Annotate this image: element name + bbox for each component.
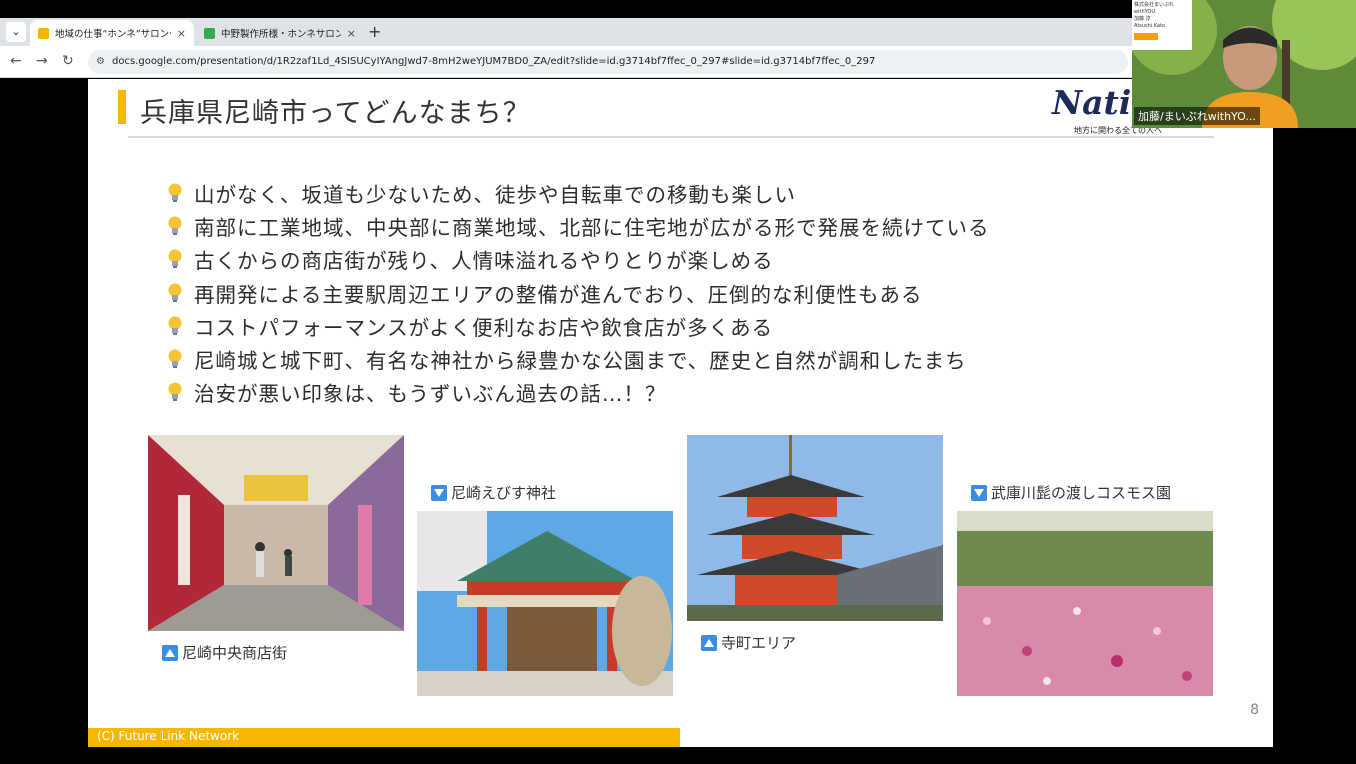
forward-button[interactable]: →	[36, 53, 48, 69]
nameplate-accent	[1134, 33, 1158, 40]
tab-search-button[interactable]: ⌄	[6, 22, 26, 42]
back-button[interactable]: ←	[10, 53, 22, 69]
list-item: コストパフォーマンスがよく便利なお店や飲食店が多くある	[166, 309, 1166, 342]
site-settings-icon[interactable]: ⚙	[96, 50, 105, 74]
address-bar: ← → ↻ ⚙ docs.google.com/presentation/d/1…	[0, 46, 1140, 78]
lightbulb-icon	[168, 249, 182, 269]
nameplate: 株式会社まいぷれwithYOU 加藤 淳 Atsushi Kato	[1132, 0, 1192, 50]
shopping-street-caption: 尼崎中央商店街	[162, 642, 287, 663]
lightbulb-icon	[168, 349, 182, 369]
shrine-photo	[417, 511, 673, 696]
participant-video[interactable]: 株式会社まいぷれwithYOU 加藤 淳 Atsushi Kato 加藤/まいぷ…	[1132, 0, 1356, 128]
list-item: 尼崎城と城下町、有名な神社から緑豊かな公園まで、歴史と自然が調和したまち	[166, 342, 1166, 375]
shrine-caption: 尼崎えびす神社	[431, 482, 556, 503]
list-item: 古くからの商店街が残り、人情味溢れるやりとりが楽しめる	[166, 243, 1166, 276]
lightbulb-icon	[168, 283, 182, 302]
url-field[interactable]: ⚙ docs.google.com/presentation/d/1R2zaf1…	[88, 50, 1128, 74]
title-divider	[128, 136, 1214, 138]
page-number: 8	[1250, 702, 1259, 718]
footer-copyright: (C) Future Link Network	[97, 729, 240, 743]
reload-button[interactable]: ↻	[62, 53, 74, 69]
list-item: 南部に工業地域、中央部に商業地域、北部に住宅地が広がる形で発展を続けている	[166, 209, 1166, 242]
lightbulb-icon	[168, 316, 182, 335]
cosmos-caption: 武庫川髭の渡しコスモス園	[971, 482, 1171, 503]
triangle-up-icon	[701, 634, 717, 651]
list-item: 再開発による主要駅周辺エリアの整備が進んでおり、圧倒的な利便性もある	[166, 276, 1166, 309]
tab-bar: ⌄ 地域の仕事“ホンネ”サロン〜尼崎 × 中野製作所様・ホンネサロン尼崎 × +	[0, 18, 1140, 46]
temple-photo	[687, 435, 943, 621]
close-tab-icon[interactable]: ×	[347, 27, 356, 40]
tab-drive[interactable]: 中野製作所様・ホンネサロン尼崎 ×	[196, 20, 364, 46]
triangle-up-icon	[162, 644, 178, 661]
tab-slides[interactable]: 地域の仕事“ホンネ”サロン〜尼崎 ×	[30, 20, 194, 46]
slides-favicon-icon	[38, 27, 49, 39]
slide-title: 兵庫県尼崎市ってどんなまち？	[140, 98, 531, 129]
cosmos-photo	[957, 511, 1213, 696]
list-item: 山がなく、坂道も少ないため、徒歩や自転車での移動も楽しい	[166, 176, 1166, 209]
participant-name: 加藤/まいぷれwithYO...	[1134, 107, 1260, 125]
drive-favicon-icon	[204, 27, 215, 39]
lightbulb-icon	[168, 216, 182, 235]
close-tab-icon[interactable]: ×	[177, 27, 186, 40]
tab-title: 地域の仕事“ホンネ”サロン〜尼崎	[55, 29, 171, 40]
lightbulb-icon	[168, 382, 182, 402]
title-accent-bar	[118, 90, 126, 124]
triangle-down-icon	[431, 484, 447, 501]
tab-title: 中野製作所様・ホンネサロン尼崎	[221, 29, 341, 40]
shopping-street-photo	[148, 435, 404, 631]
slide: 兵庫県尼崎市ってどんなまち？ Nativ 地方に関わる全ての人へ 山がなく、坂道…	[88, 79, 1273, 747]
bullet-list: 山がなく、坂道も少ないため、徒歩や自転車での移動も楽しい 南部に工業地域、中央部…	[166, 176, 1166, 409]
url-text: docs.google.com/presentation/d/1R2zaf1Ld…	[112, 56, 876, 67]
temple-caption: 寺町エリア	[701, 632, 796, 653]
lightbulb-icon	[168, 183, 182, 202]
list-item: 治安が悪い印象は、もうずいぶん過去の話…！？	[166, 376, 1166, 409]
new-tab-button[interactable]: +	[368, 22, 381, 41]
triangle-down-icon	[971, 484, 987, 501]
